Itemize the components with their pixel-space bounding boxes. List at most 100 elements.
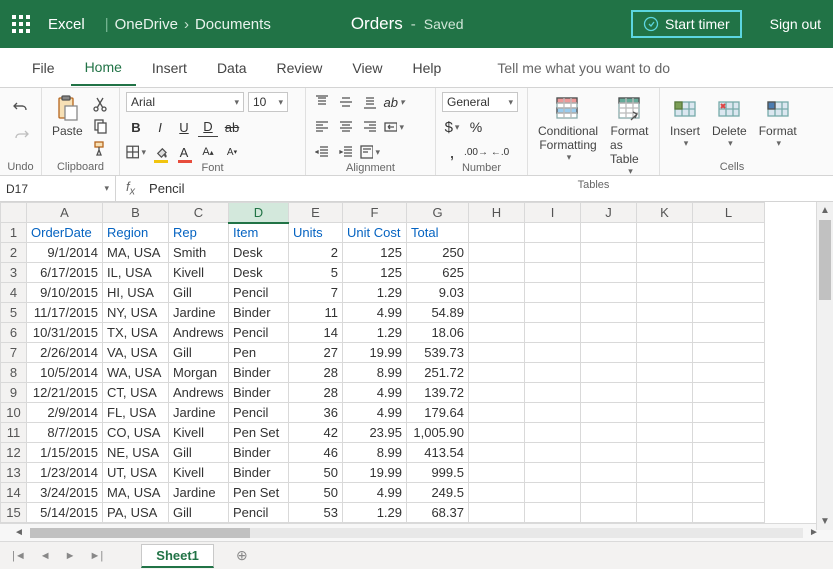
cell[interactable] <box>469 383 525 403</box>
cell[interactable] <box>637 343 693 363</box>
col-header-K[interactable]: K <box>637 203 693 223</box>
cell[interactable] <box>693 363 765 383</box>
shrink-font-button[interactable]: A▾ <box>222 142 242 162</box>
cell[interactable]: 251.72 <box>407 363 469 383</box>
cell[interactable] <box>693 243 765 263</box>
cell[interactable] <box>581 223 637 243</box>
cell[interactable]: 8/7/2015 <box>27 423 103 443</box>
row-header-15[interactable]: 15 <box>1 503 27 523</box>
format-cells-button[interactable]: Format <box>755 92 801 151</box>
cell[interactable] <box>469 423 525 443</box>
cell[interactable] <box>693 263 765 283</box>
cell[interactable] <box>581 383 637 403</box>
cell[interactable]: Unit Cost <box>343 223 407 243</box>
cell[interactable]: Item <box>229 223 289 243</box>
cell[interactable]: Jardine <box>169 483 229 503</box>
cell[interactable] <box>581 503 637 523</box>
cell[interactable] <box>525 503 581 523</box>
align-left-button[interactable] <box>312 117 332 137</box>
cell[interactable] <box>693 223 765 243</box>
align-middle-button[interactable] <box>336 92 356 112</box>
align-bottom-button[interactable] <box>360 92 380 112</box>
strikethrough-button[interactable]: ab <box>222 117 242 137</box>
cell[interactable]: 36 <box>289 403 343 423</box>
align-top-button[interactable] <box>312 92 332 112</box>
cell[interactable] <box>693 283 765 303</box>
decrease-decimal-button[interactable]: ←.0 <box>490 142 510 162</box>
cell[interactable] <box>469 483 525 503</box>
paste-button[interactable]: Paste <box>48 92 87 140</box>
cell[interactable]: Units <box>289 223 343 243</box>
cell[interactable] <box>637 243 693 263</box>
cell[interactable]: Jardine <box>169 403 229 423</box>
cell[interactable] <box>637 483 693 503</box>
tab-data[interactable]: Data <box>203 50 261 85</box>
breadcrumb-onedrive[interactable]: OneDrive <box>115 16 178 33</box>
add-sheet-button[interactable]: ⊕ <box>232 546 252 566</box>
increase-decimal-button[interactable]: .00→ <box>466 142 486 162</box>
merge-button[interactable] <box>384 117 404 137</box>
cell[interactable] <box>581 343 637 363</box>
row-header-2[interactable]: 2 <box>1 243 27 263</box>
comma-button[interactable]: , <box>442 142 462 162</box>
cell[interactable]: Gill <box>169 503 229 523</box>
decrease-indent-button[interactable] <box>312 142 332 162</box>
undo-button[interactable] <box>12 98 30 114</box>
breadcrumb-documents[interactable]: Documents <box>195 16 271 33</box>
tell-me-search[interactable]: Tell me what you want to do <box>497 60 670 76</box>
fx-icon[interactable]: fx <box>116 179 145 198</box>
sheet-nav-last[interactable]: ►| <box>90 550 104 562</box>
cell[interactable]: Andrews <box>169 323 229 343</box>
cell[interactable]: 4.99 <box>343 403 407 423</box>
insert-cells-button[interactable]: Insert <box>666 92 704 151</box>
format-painter-button[interactable] <box>91 140 109 156</box>
cell[interactable] <box>525 463 581 483</box>
col-header-D[interactable]: D <box>229 203 289 223</box>
cell[interactable]: MA, USA <box>103 243 169 263</box>
cell[interactable] <box>581 243 637 263</box>
cell[interactable] <box>469 283 525 303</box>
font-name-select[interactable]: Arial▾ <box>126 92 244 112</box>
cell[interactable] <box>581 423 637 443</box>
cell[interactable]: 139.72 <box>407 383 469 403</box>
cell[interactable]: IL, USA <box>103 263 169 283</box>
cell[interactable]: 11 <box>289 303 343 323</box>
cell[interactable]: 249.5 <box>407 483 469 503</box>
cell[interactable] <box>581 323 637 343</box>
cell[interactable]: Pencil <box>229 283 289 303</box>
cell[interactable]: 250 <box>407 243 469 263</box>
currency-button[interactable]: $ <box>442 117 462 137</box>
number-format-select[interactable]: General▾ <box>442 92 518 112</box>
cell[interactable]: 11/17/2015 <box>27 303 103 323</box>
cell[interactable] <box>637 303 693 323</box>
row-header-8[interactable]: 8 <box>1 363 27 383</box>
cell[interactable] <box>637 223 693 243</box>
fill-color-button[interactable] <box>150 142 170 162</box>
cell[interactable]: Binder <box>229 463 289 483</box>
cell[interactable]: Desk <box>229 263 289 283</box>
cell[interactable]: Desk <box>229 243 289 263</box>
cell[interactable]: 5 <box>289 263 343 283</box>
col-header-I[interactable]: I <box>525 203 581 223</box>
cell[interactable]: 7 <box>289 283 343 303</box>
cell[interactable]: Binder <box>229 303 289 323</box>
cell[interactable]: HI, USA <box>103 283 169 303</box>
cell[interactable] <box>581 483 637 503</box>
cell[interactable] <box>693 403 765 423</box>
cell[interactable] <box>637 383 693 403</box>
copy-button[interactable] <box>91 118 109 134</box>
cell[interactable]: CO, USA <box>103 423 169 443</box>
align-right-button[interactable] <box>360 117 380 137</box>
cell[interactable] <box>525 283 581 303</box>
cell[interactable]: FL, USA <box>103 403 169 423</box>
cell[interactable]: Kivell <box>169 463 229 483</box>
cell[interactable]: 125 <box>343 263 407 283</box>
cell[interactable] <box>525 343 581 363</box>
cell[interactable]: 1.29 <box>343 323 407 343</box>
cell[interactable]: 4.99 <box>343 483 407 503</box>
cell[interactable]: 14 <box>289 323 343 343</box>
cell[interactable]: 5/14/2015 <box>27 503 103 523</box>
cell[interactable]: Pen Set <box>229 423 289 443</box>
vertical-scrollbar[interactable]: ▲ ▼ <box>816 202 833 530</box>
sheet-nav-prev[interactable]: ◄ <box>40 550 51 562</box>
